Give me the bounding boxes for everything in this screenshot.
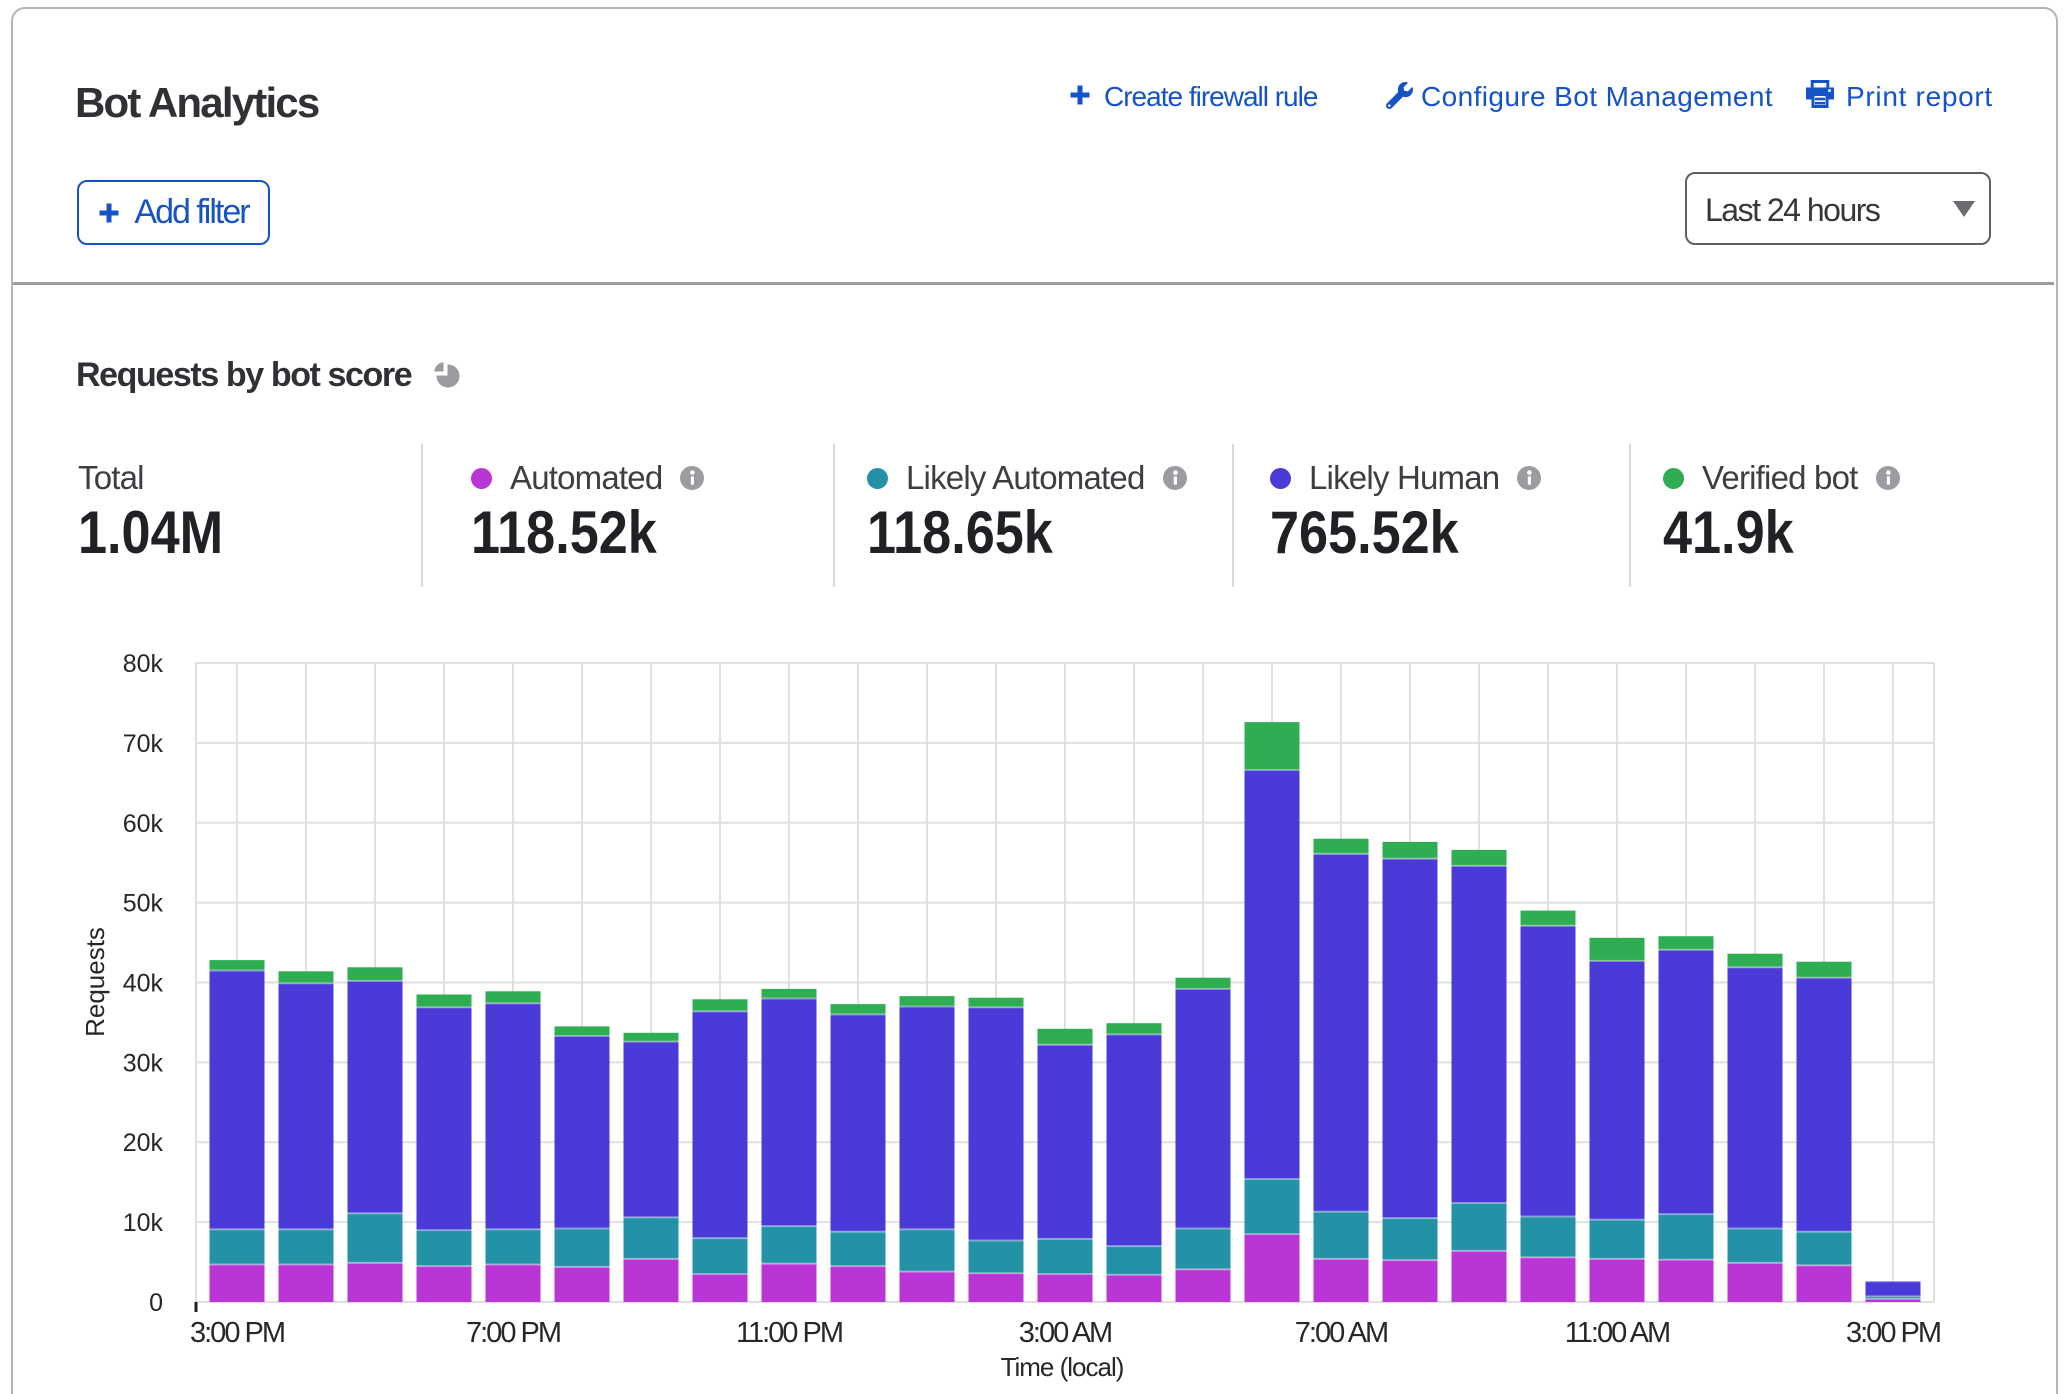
svg-text:70k: 70k: [123, 730, 164, 758]
svg-text:11:00 AM: 11:00 AM: [1565, 1317, 1669, 1349]
svg-text:10k: 10k: [123, 1209, 164, 1237]
svg-text:3:00 PM: 3:00 PM: [190, 1317, 284, 1349]
svg-text:60k: 60k: [123, 810, 164, 838]
svg-text:Requests: Requests: [80, 927, 110, 1037]
svg-text:50k: 50k: [123, 890, 164, 918]
svg-text:7:00 AM: 7:00 AM: [1295, 1317, 1387, 1349]
svg-text:3:00 PM: 3:00 PM: [1846, 1317, 1940, 1349]
svg-text:Time (local): Time (local): [1001, 1352, 1124, 1382]
svg-text:0: 0: [149, 1289, 163, 1317]
svg-text:80k: 80k: [123, 650, 164, 678]
svg-text:11:00 PM: 11:00 PM: [736, 1317, 842, 1349]
svg-text:3:00 AM: 3:00 AM: [1019, 1317, 1111, 1349]
svg-text:40k: 40k: [123, 970, 164, 998]
svg-text:20k: 20k: [123, 1129, 164, 1157]
svg-text:30k: 30k: [123, 1049, 164, 1077]
svg-text:7:00 PM: 7:00 PM: [466, 1317, 560, 1349]
